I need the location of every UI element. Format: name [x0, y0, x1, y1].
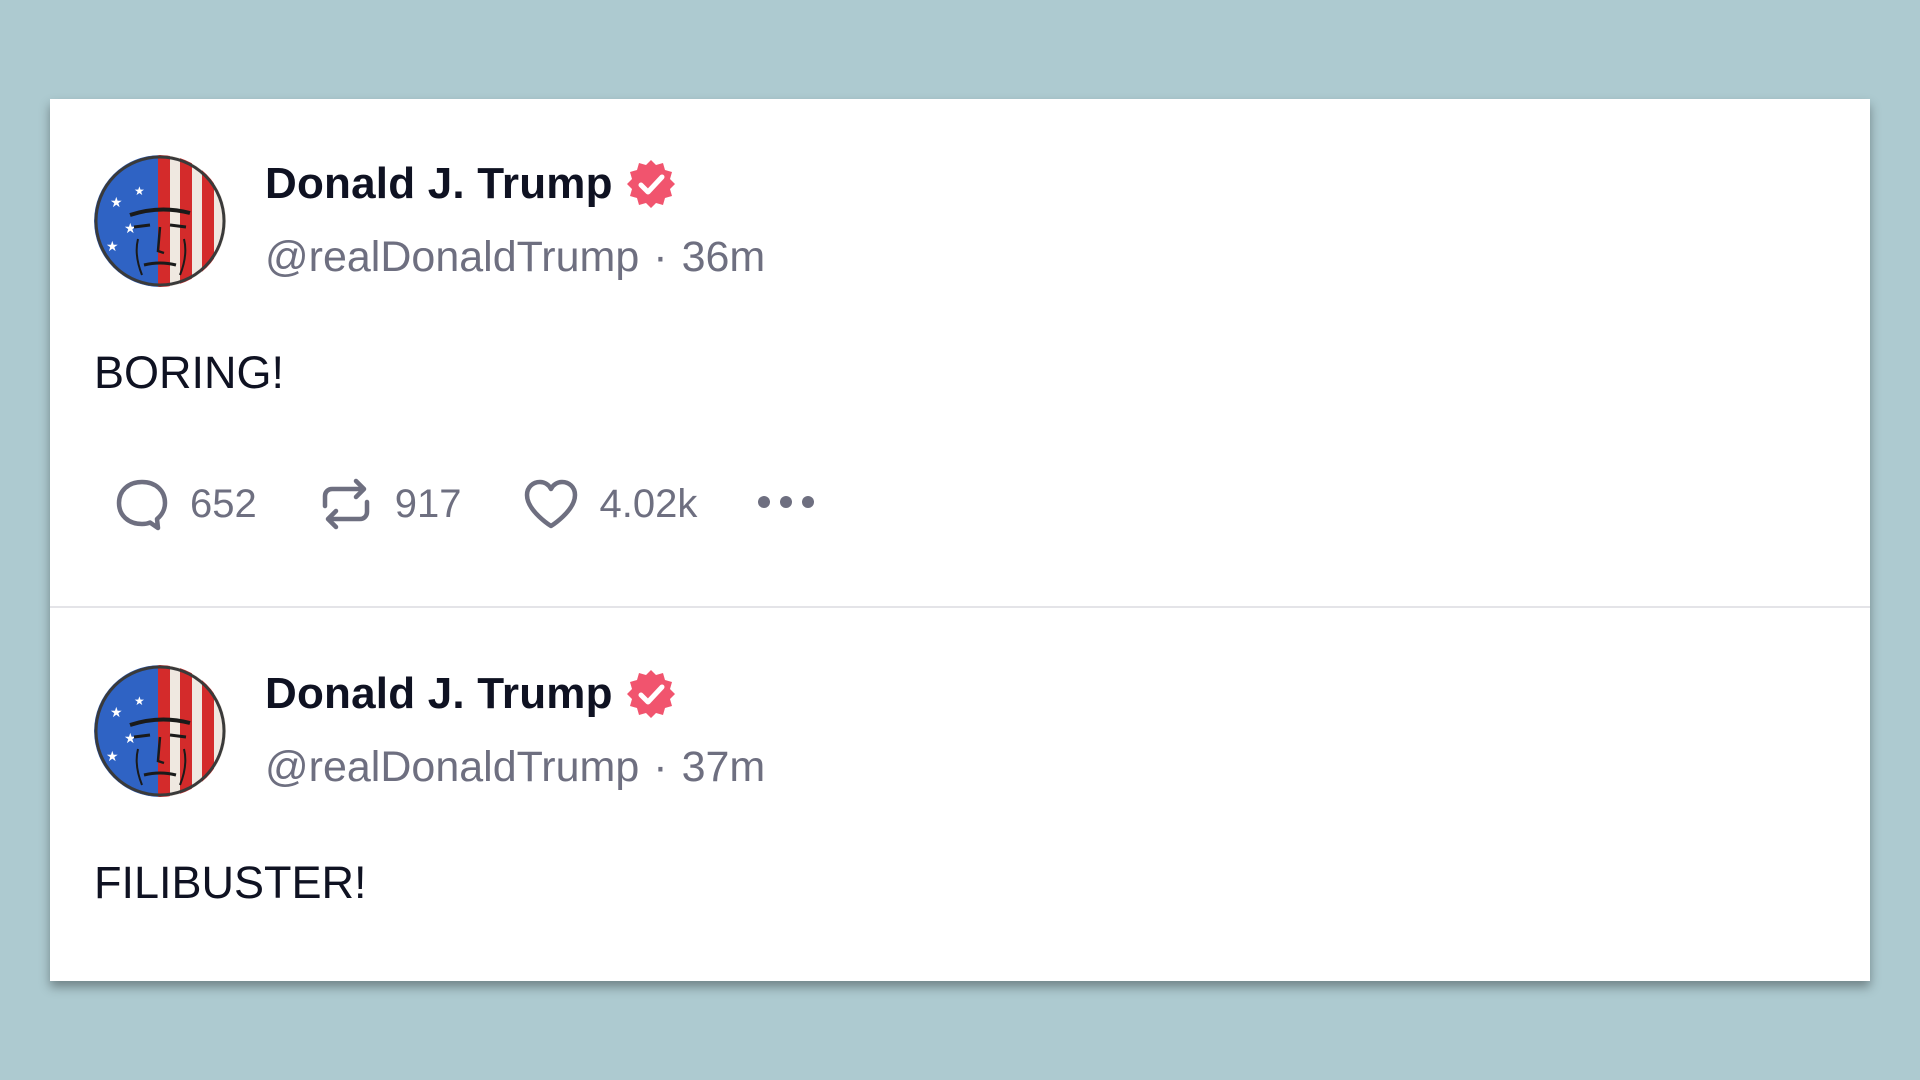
- verified-badge-icon: [625, 158, 677, 210]
- post-meta: @realDonaldTrump · 37m: [265, 739, 765, 795]
- meta-separator: ·: [653, 232, 668, 281]
- svg-text:★: ★: [106, 749, 119, 765]
- post-timestamp[interactable]: 37m: [682, 743, 766, 792]
- repost-button[interactable]: 917: [315, 474, 462, 534]
- more-options-button[interactable]: [755, 492, 817, 517]
- avatar[interactable]: ★ ★ ★ ★: [94, 155, 226, 287]
- like-count: 4.02k: [599, 481, 698, 526]
- repost-count: 917: [394, 481, 462, 526]
- svg-text:★: ★: [134, 184, 145, 198]
- author-handle[interactable]: @realDonaldTrump: [265, 233, 639, 282]
- reply-count: 652: [190, 481, 257, 526]
- post-divider: [50, 606, 1870, 608]
- reply-button[interactable]: 652: [112, 474, 257, 534]
- svg-text:★: ★: [106, 239, 119, 255]
- author-name[interactable]: Donald J. Trump: [265, 669, 613, 719]
- more-options-icon: [755, 492, 817, 517]
- svg-text:★: ★: [124, 731, 137, 747]
- heart-icon: [520, 474, 582, 534]
- post-actions: 652 917 4.02k: [112, 469, 817, 539]
- svg-text:★: ★: [124, 221, 137, 237]
- author-name[interactable]: Donald J. Trump: [265, 159, 613, 209]
- verified-badge-icon: [625, 668, 677, 720]
- repost-icon: [315, 474, 377, 534]
- svg-text:★: ★: [110, 195, 123, 211]
- meta-separator: ·: [653, 742, 668, 791]
- post-meta: @realDonaldTrump · 36m: [265, 229, 765, 285]
- post[interactable]: ★ ★ ★ ★ Donald J. Trump @realDonaldTrump…: [50, 609, 1870, 981]
- avatar[interactable]: ★ ★ ★ ★: [94, 665, 226, 797]
- author-row: Donald J. Trump: [265, 664, 677, 724]
- reply-icon: [112, 474, 172, 534]
- author-row: Donald J. Trump: [265, 154, 677, 214]
- post-timestamp[interactable]: 36m: [682, 233, 766, 282]
- post-body: BORING!: [94, 347, 285, 398]
- like-button[interactable]: 4.02k: [520, 474, 698, 534]
- post-body: FILIBUSTER!: [94, 857, 367, 908]
- post[interactable]: ★ ★ ★ ★ Donald J. Trump @realDonaldTrump…: [50, 99, 1870, 607]
- svg-text:★: ★: [110, 705, 123, 721]
- svg-text:★: ★: [134, 694, 145, 708]
- author-handle[interactable]: @realDonaldTrump: [265, 743, 639, 792]
- feed-card: ★ ★ ★ ★ Donald J. Trump @realDonaldTrump…: [50, 99, 1870, 981]
